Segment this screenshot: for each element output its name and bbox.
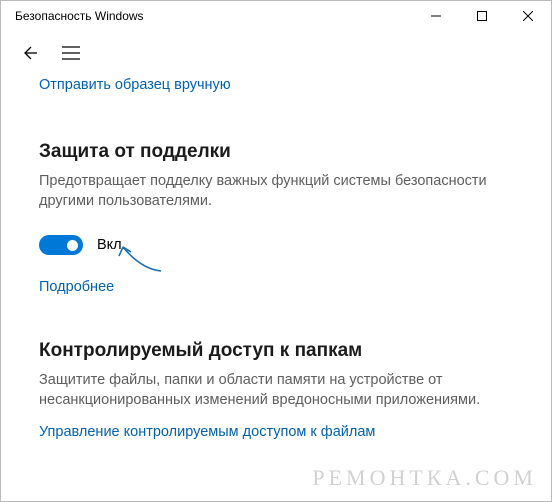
close-icon — [523, 11, 533, 21]
send-sample-link[interactable]: Отправить образец вручную — [39, 77, 513, 93]
watermark: РЕМОНТКА.COM — [312, 465, 537, 491]
content-area: Отправить образец вручную Защита от подд… — [1, 77, 551, 441]
minimize-button[interactable] — [413, 1, 459, 31]
tamper-protection-desc: Предотвращает подделку важных функций си… — [39, 172, 509, 211]
back-arrow-icon — [20, 44, 38, 62]
tamper-toggle[interactable] — [39, 235, 83, 255]
toggle-knob — [67, 240, 78, 251]
maximize-icon — [477, 11, 487, 21]
window-title: Безопасность Windows — [15, 9, 144, 23]
maximize-button[interactable] — [459, 1, 505, 31]
menu-button[interactable] — [61, 43, 81, 63]
cfa-desc: Защитите файлы, папки и области памяти н… — [39, 371, 509, 410]
tamper-toggle-label: Вкл. — [97, 237, 126, 253]
close-button[interactable] — [505, 1, 551, 31]
hamburger-icon — [62, 46, 80, 60]
learn-more-link[interactable]: Подробнее — [39, 279, 114, 295]
tamper-toggle-row: Вкл. — [39, 235, 513, 255]
nav-row — [1, 31, 551, 75]
tamper-protection-title: Защита от подделки — [39, 141, 513, 163]
cfa-title: Контролируемый доступ к папкам — [39, 340, 513, 362]
manage-cfa-link[interactable]: Управление контролируемым доступом к фай… — [39, 424, 375, 440]
minimize-icon — [431, 11, 441, 21]
back-button[interactable] — [19, 43, 39, 63]
window-controls — [413, 1, 551, 31]
